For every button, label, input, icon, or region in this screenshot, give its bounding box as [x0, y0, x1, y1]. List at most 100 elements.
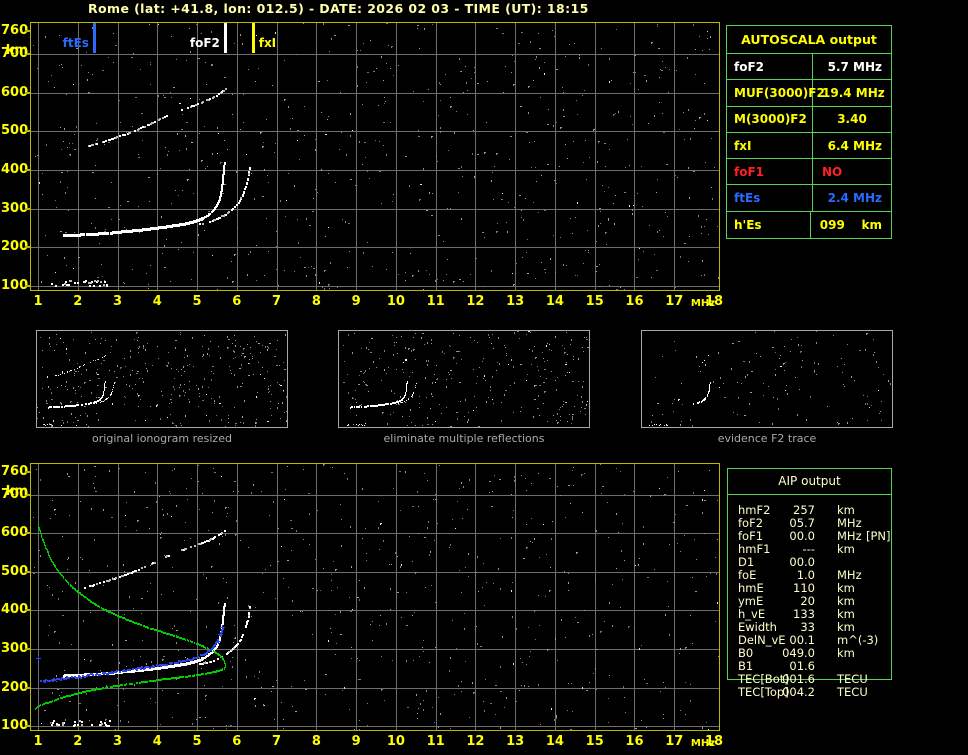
- x-tick-label: 15: [585, 734, 604, 749]
- ionogram-profile-plot: [30, 463, 720, 731]
- aip-table-title: AIP output: [728, 469, 891, 495]
- aip-cell-nt: [PN]: [866, 529, 891, 543]
- autoscala-row-value: 19.4 MHz: [822, 85, 885, 100]
- y-tick-mark: [25, 246, 30, 249]
- x-tick-label: 13: [506, 294, 525, 309]
- x-tick-label: 15: [585, 294, 604, 309]
- x-tick-label: 4: [152, 734, 162, 749]
- x-axis-unit: MHz: [690, 298, 716, 309]
- autoscala-row-value: 099 km: [819, 217, 882, 232]
- autoscala-row-label: foF1: [727, 159, 813, 185]
- y-tick-label: 100: [1, 278, 29, 294]
- autoscala-row-value: NO: [822, 164, 843, 179]
- y-tick-label: 300: [1, 200, 29, 216]
- y-tick-mark: [25, 725, 30, 728]
- marker-label-ftes: ftEs: [62, 36, 89, 50]
- y-tick-mark: [25, 91, 30, 94]
- x-tick-label: 11: [426, 294, 445, 309]
- x-tick-label: 14: [545, 294, 564, 309]
- x-tick-label: 5: [192, 294, 202, 309]
- y-tick-label: 500: [1, 563, 29, 579]
- autoscala-row-label: MUF(3000)F2: [727, 80, 825, 106]
- y-tick-label: 200: [1, 679, 29, 695]
- x-tick-label: 6: [232, 734, 242, 749]
- panel-original-ionogram: [36, 330, 288, 428]
- caption-eliminate-reflections: eliminate multiple reflections: [383, 432, 545, 445]
- y-tick-label: 400: [1, 162, 29, 178]
- marker-label-fxi: fxI: [258, 36, 277, 50]
- caption-original-ionogram: original ionogram resized: [92, 432, 232, 445]
- y-tick-label: 300: [1, 641, 29, 657]
- panel-evidence-canvas: [642, 331, 892, 427]
- autoscala-row-1: MUF(3000)F2 19.4 MHz: [727, 80, 891, 107]
- x-tick-label: 1: [33, 294, 43, 309]
- aip-cell-vl: 004.2: [782, 685, 815, 699]
- x-tick-label: 7: [272, 294, 282, 309]
- x-tick-label: 6: [232, 294, 242, 309]
- panel-original-canvas: [37, 331, 287, 427]
- y-axis-unit: km: [5, 483, 28, 499]
- y-tick-mark: [25, 285, 30, 288]
- y-tick-mark: [25, 470, 30, 473]
- autoscala-row-label: h'Es: [727, 211, 811, 239]
- autoscala-row-label: M(3000)F2: [727, 106, 813, 132]
- x-tick-label: 7: [272, 734, 282, 749]
- autoscala-table-rows: foF2 5.7 MHz MUF(3000)F2 19.4 MHz M(3000)F2 3…: [727, 54, 891, 239]
- autoscala-row-0: foF2 5.7 MHz: [727, 54, 891, 81]
- autoscala-row-4: foF1 NO: [727, 159, 891, 186]
- aip-cell-un: km: [837, 542, 855, 556]
- ionogram-profile-canvas: [31, 464, 719, 730]
- autoscala-table-title: AUTOSCALA output: [727, 26, 891, 54]
- x-tick-label: 8: [311, 294, 321, 309]
- x-tick-label: 16: [625, 294, 644, 309]
- x-tick-label: 3: [112, 734, 123, 749]
- autoscala-row-2: M(3000)F2 3.40: [727, 106, 891, 133]
- x-tick-label: 12: [466, 294, 485, 309]
- x-tick-label: 10: [386, 734, 405, 749]
- y-tick-mark: [25, 648, 30, 651]
- y-tick-label: 500: [1, 123, 29, 139]
- y-tick-mark: [25, 686, 30, 689]
- y-tick-label: 600: [1, 84, 29, 100]
- autoscala-output-table: AUTOSCALA output foF2 5.7 MHz MUF(3000)F2 1…: [726, 25, 892, 239]
- y-tick-label: 200: [1, 239, 29, 255]
- y-tick-mark: [25, 169, 30, 172]
- y-tick-label: 600: [1, 525, 29, 541]
- autoscala-row-value: 6.4 MHz: [827, 138, 882, 153]
- marker-label-fof2: foF2: [189, 36, 220, 50]
- autoscala-row-value: 3.40: [837, 112, 867, 127]
- y-tick-label: 760: [1, 22, 29, 38]
- x-axis-unit: MHz: [690, 738, 716, 749]
- panel-evidence-f2: [641, 330, 893, 428]
- x-tick-label: 13: [506, 734, 525, 749]
- ionogram-main-canvas: [31, 23, 719, 290]
- x-tick-label: 12: [466, 734, 485, 749]
- autoscala-row-label: ftEs: [727, 185, 813, 211]
- y-tick-mark: [25, 609, 30, 612]
- autoscala-row-label: foF2: [727, 54, 813, 80]
- y-tick-mark: [25, 207, 30, 210]
- x-tick-label: 2: [73, 294, 83, 309]
- y-tick-mark: [25, 570, 30, 573]
- autoscala-row-label: fxI: [727, 132, 813, 159]
- aip-cell-un: TECU: [837, 685, 868, 699]
- x-tick-label: 11: [426, 734, 445, 749]
- x-tick-label: 16: [625, 734, 644, 749]
- y-axis-unit: km: [5, 42, 28, 58]
- y-tick-label: 400: [1, 602, 29, 618]
- y-tick-label: 100: [1, 718, 29, 734]
- autoscala-row-5: ftEs 2.4 MHz: [727, 185, 891, 212]
- x-tick-label: 17: [665, 734, 684, 749]
- x-tick-label: 4: [152, 294, 162, 309]
- x-tick-label: 8: [311, 734, 321, 749]
- autoscala-row-6: h'Es 099 km: [727, 211, 891, 239]
- autoscala-row-value: 5.7 MHz: [827, 59, 882, 74]
- y-tick-mark: [25, 532, 30, 535]
- panel-eliminate-reflections: [338, 330, 590, 428]
- x-tick-label: 5: [192, 734, 202, 749]
- autoscala-app-window: { "title": "Rome (lat: +41.8, lon: 012.5…: [0, 0, 968, 755]
- panel-eliminate-canvas: [339, 331, 589, 427]
- aip-cell-un: km: [837, 646, 855, 660]
- autoscala-row-value: 2.4 MHz: [827, 191, 882, 206]
- x-tick-label: 14: [545, 734, 564, 749]
